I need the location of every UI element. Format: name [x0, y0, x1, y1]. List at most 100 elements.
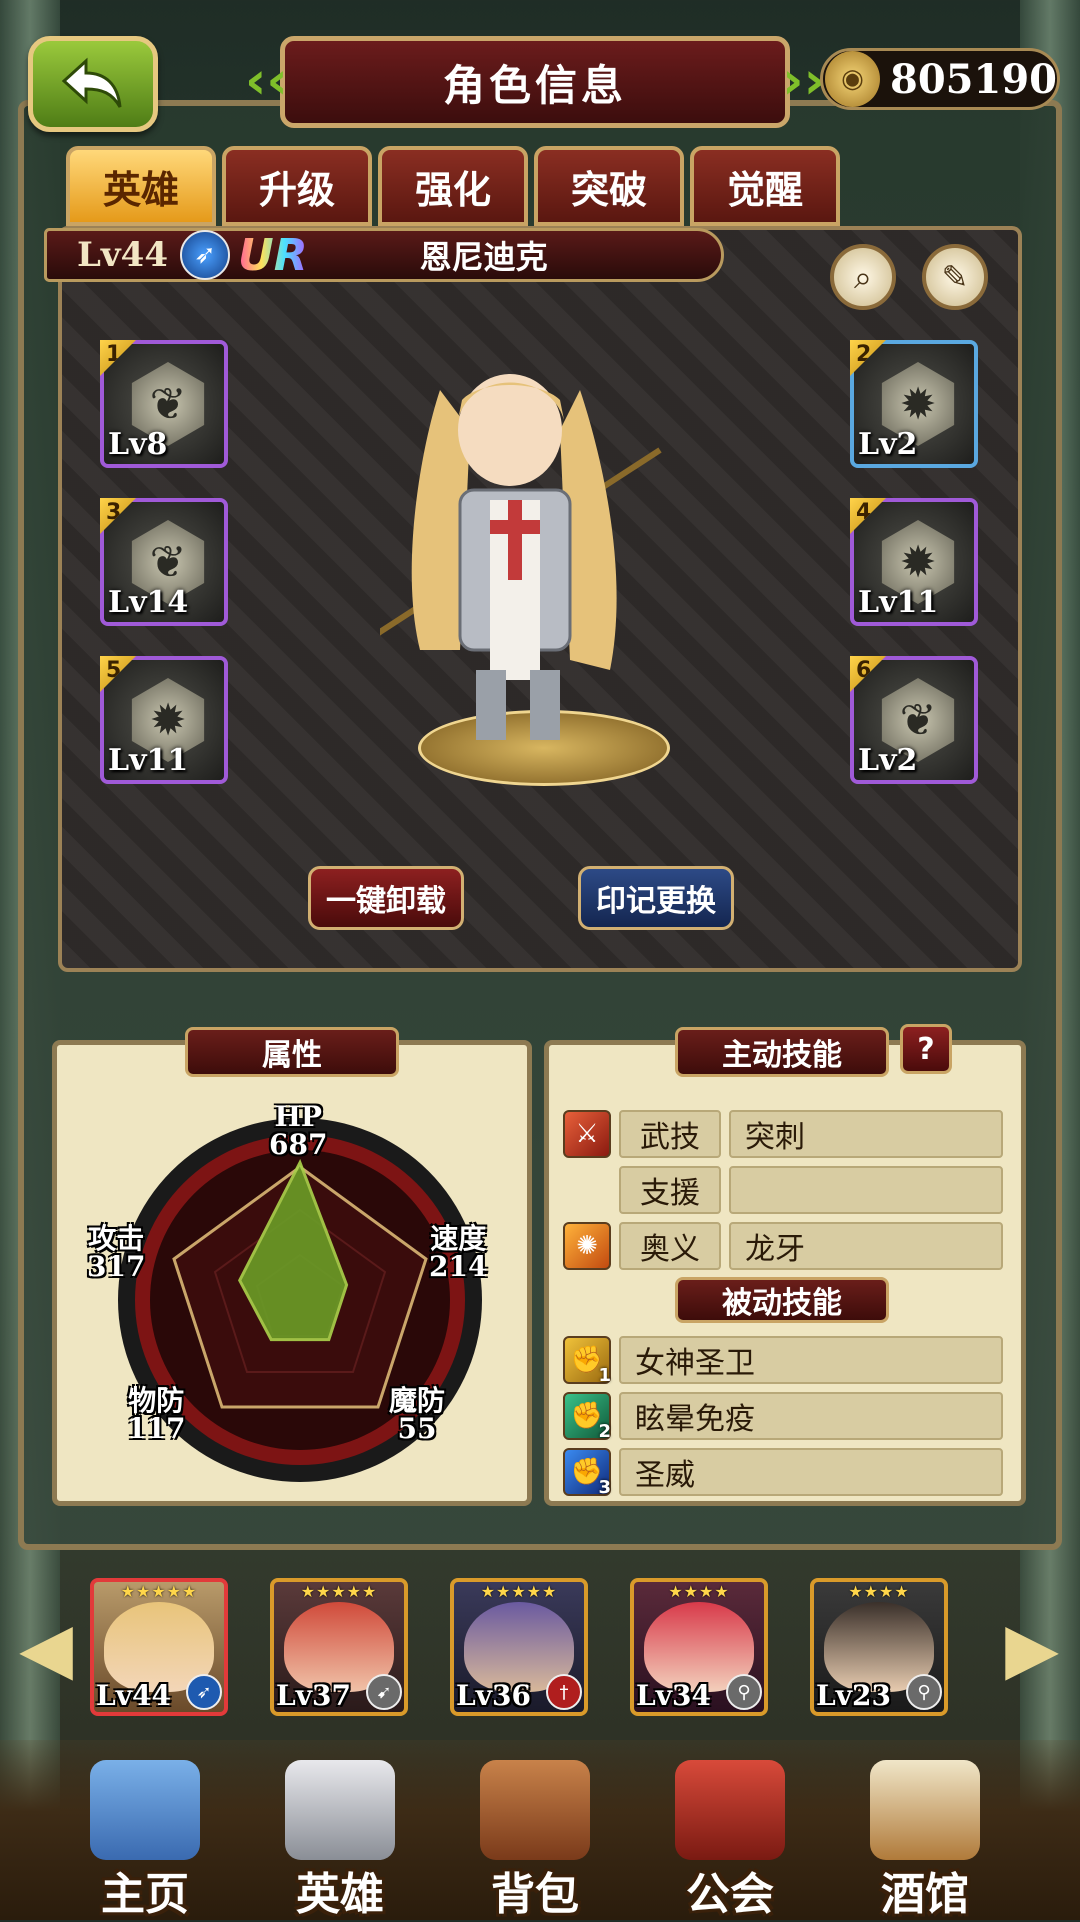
nav-tavern[interactable]: 酒馆	[840, 1740, 1010, 1920]
bow-icon: ➹	[366, 1674, 402, 1710]
passive-row-2[interactable]: ✊ 2 眩晕免疫	[563, 1391, 1003, 1442]
notepad-icon: ✎	[941, 258, 969, 296]
stat-speed-value: 214	[429, 1250, 488, 1283]
passive-name: 眩晕免疫	[619, 1392, 1003, 1440]
slot-level: Lv14	[108, 585, 189, 620]
star-rating: ★★★★★	[120, 1582, 198, 1601]
stat-hp-label: HP	[274, 1100, 322, 1133]
flame-slash-icon: ✺	[563, 1222, 611, 1270]
coin-counter: ◉ 805190	[820, 48, 1060, 110]
stat-attack-label: 攻击	[88, 1222, 145, 1255]
slot-number: 5	[100, 656, 136, 692]
skill-panel: 主动技能 ⚔ 武技 突刺 支援 ✺ 奥义 龙牙 被动技能 ✊ 1 女神圣卫 ✊ 2 …	[544, 1027, 1026, 1506]
spear-icon: ➶	[186, 1674, 222, 1710]
stat-attack: 攻击 317	[87, 1225, 145, 1281]
roster-hero-3[interactable]: ★★★★★ Lv36 †	[450, 1578, 588, 1716]
star-rating: ★★★★★	[300, 1582, 378, 1601]
slot-number: 3	[100, 498, 136, 534]
unequip-all-button[interactable]: 一键卸载	[308, 866, 464, 930]
slot-level: Lv2	[858, 743, 918, 778]
note-button[interactable]: ✎	[922, 244, 988, 310]
skill-row-support[interactable]: 支援	[563, 1165, 1003, 1215]
beer-mug-icon	[870, 1760, 980, 1860]
roster-level: Lv23	[816, 1679, 891, 1712]
slot-level: Lv11	[858, 585, 939, 620]
hero-name-bar: Lv44 ➶ UR 恩尼迪克	[44, 228, 724, 282]
coin-value: 805190	[890, 55, 1057, 103]
mark-slot-5[interactable]: ✹ 5 Lv11	[100, 656, 228, 784]
roster-hero-5[interactable]: ★★★★ Lv23 ⚲	[810, 1578, 948, 1716]
roster-hero-1[interactable]: ★★★★★ Lv44 ➶	[90, 1578, 228, 1716]
stat-pdef-label: 物防	[128, 1384, 185, 1417]
stat-pdef: 物防 117	[127, 1387, 185, 1443]
passive-skill-icon: ✊ 1	[563, 1336, 611, 1386]
nav-hero[interactable]: 英雄	[255, 1740, 425, 1920]
stat-mdef: 魔防 55	[389, 1387, 445, 1443]
hero-name: 恩尼迪克	[419, 238, 548, 276]
roster-prev-arrow-icon[interactable]: ◀	[14, 1608, 78, 1688]
mark-slot-1[interactable]: ❦ 1 Lv8	[100, 340, 228, 468]
skill-name: 突刺	[729, 1110, 1003, 1158]
hero-figure[interactable]	[380, 370, 700, 770]
star-rating: ★★★★	[848, 1582, 910, 1601]
passive-index: 2	[598, 1421, 611, 1442]
helmet-icon	[285, 1760, 395, 1860]
passive-skill-icon: ✊ 3	[563, 1448, 611, 1498]
stat-hp: HP 687	[269, 1103, 327, 1159]
nav-label: 背包	[491, 1869, 579, 1920]
guild-shield-icon	[675, 1760, 785, 1860]
slot-number: 6	[850, 656, 886, 692]
help-button[interactable]: ?	[900, 1024, 952, 1074]
chevron-left-icon: ‹‹	[245, 51, 288, 111]
nav-label: 英雄	[296, 1869, 384, 1920]
nav-label: 酒馆	[881, 1869, 969, 1920]
tab-hero[interactable]: 英雄	[66, 146, 216, 226]
tab-bar: 英雄 升级 强化 突破 觉醒	[66, 146, 840, 226]
roster-next-arrow-icon[interactable]: ▶	[1000, 1608, 1064, 1688]
roster-hero-4[interactable]: ★★★★ Lv34 ⚲	[630, 1578, 768, 1716]
slot-level: Lv11	[108, 743, 189, 778]
attribute-header: 属性	[185, 1027, 399, 1077]
passive-name: 女神圣卫	[619, 1336, 1003, 1384]
slot-level: Lv8	[108, 427, 168, 462]
back-button[interactable]	[28, 36, 158, 132]
roster-hero-2[interactable]: ★★★★★ Lv37 ➹	[270, 1578, 408, 1716]
roster-level: Lv36	[456, 1679, 531, 1712]
skill-row-ultimate[interactable]: ✺ 奥义 龙牙	[563, 1221, 1003, 1271]
stat-mdef-label: 魔防	[389, 1384, 446, 1417]
roster-level: Lv34	[636, 1679, 711, 1712]
skill-name	[729, 1166, 1003, 1214]
tab-enhance[interactable]: 强化	[378, 146, 528, 226]
nav-home[interactable]: 主页	[60, 1740, 230, 1920]
star-rating: ★★★★★	[480, 1582, 558, 1601]
skill-type: 武技	[619, 1110, 721, 1158]
star-rating: ★★★★	[668, 1582, 730, 1601]
sword-icon: †	[546, 1674, 582, 1710]
mark-slot-3[interactable]: ❦ 3 Lv14	[100, 498, 228, 626]
castle-icon	[90, 1760, 200, 1860]
magnify-button[interactable]: ⌕	[830, 244, 896, 310]
mark-slot-2[interactable]: ✹ 2 Lv2	[850, 340, 978, 468]
skill-row-weapon[interactable]: ⚔ 武技 突刺	[563, 1109, 1003, 1159]
tab-awaken[interactable]: 觉醒	[690, 146, 840, 226]
sword-icon: ⚔	[563, 1110, 611, 1158]
back-arrow-icon	[61, 57, 122, 108]
passive-row-3[interactable]: ✊ 3 圣威	[563, 1447, 1003, 1498]
stat-mdef-value: 55	[397, 1412, 437, 1445]
coin-icon: ◉	[825, 51, 880, 107]
backpack-icon	[480, 1760, 590, 1860]
passive-index: 3	[598, 1477, 611, 1498]
mark-slot-6[interactable]: ❦ 6 Lv2	[850, 656, 978, 784]
passive-row-1[interactable]: ✊ 1 女神圣卫	[563, 1335, 1003, 1386]
mark-slot-4[interactable]: ✹ 4 Lv11	[850, 498, 978, 626]
nav-guild[interactable]: 公会	[645, 1740, 815, 1920]
tab-upgrade[interactable]: 升级	[222, 146, 372, 226]
slot-level: Lv2	[858, 427, 918, 462]
roster-level: Lv44	[96, 1679, 171, 1712]
skill-type: 奥义	[619, 1222, 721, 1270]
roster-level: Lv37	[276, 1679, 351, 1712]
slot-number: 2	[850, 340, 886, 376]
nav-bag[interactable]: 背包	[450, 1740, 620, 1920]
change-mark-button[interactable]: 印记更换	[578, 866, 734, 930]
tab-breakthrough[interactable]: 突破	[534, 146, 684, 226]
